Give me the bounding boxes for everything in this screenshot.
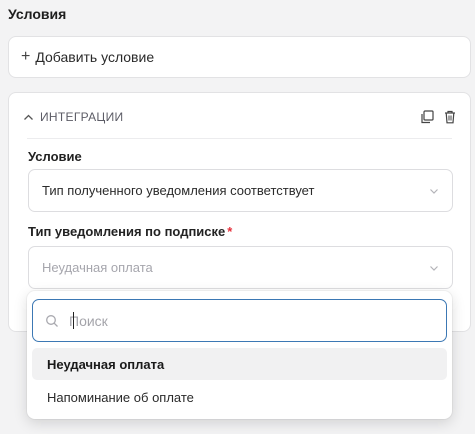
conditions-panel: Условия + Добавить условие ИНТЕГРАЦИИ Ус… [0,0,475,434]
notification-type-placeholder: Неудачная оплата [42,260,153,275]
condition-select-value: Тип полученного уведомления соответствуе… [42,183,315,198]
trash-icon[interactable] [444,110,456,124]
chevron-down-icon [429,263,439,273]
dropdown-option-failed-payment[interactable]: Неудачная оплата [32,348,447,380]
required-mark: * [227,224,233,239]
notification-type-select[interactable]: Неудачная оплата [28,246,453,289]
condition-label: Условие [28,149,82,164]
integration-collapse-toggle[interactable]: ИНТЕГРАЦИИ [23,110,123,124]
add-condition-button[interactable]: + Добавить условие [8,36,471,78]
integration-title: ИНТЕГРАЦИИ [40,110,124,124]
dropdown-option-payment-reminder[interactable]: Напоминание об оплате [32,381,447,413]
section-title: Условия [8,6,67,22]
notification-type-dropdown: Неудачная оплата Напоминание об оплате [27,291,452,419]
text-caret [73,312,74,329]
divider [27,138,452,139]
integration-header: ИНТЕГРАЦИИ [23,107,456,127]
copy-icon[interactable] [420,110,434,124]
notification-type-label-text: Тип уведомления по подписке [28,224,226,239]
search-input[interactable] [69,312,409,329]
search-field[interactable] [32,299,447,342]
add-condition-label: Добавить условие [35,49,155,65]
search-icon [45,314,59,328]
chevron-up-icon [24,114,33,120]
notification-type-label: Тип уведомления по подписке * [28,224,232,239]
plus-icon: + [21,48,31,65]
condition-select[interactable]: Тип полученного уведомления соответствуе… [28,169,453,212]
chevron-down-icon [429,186,439,196]
